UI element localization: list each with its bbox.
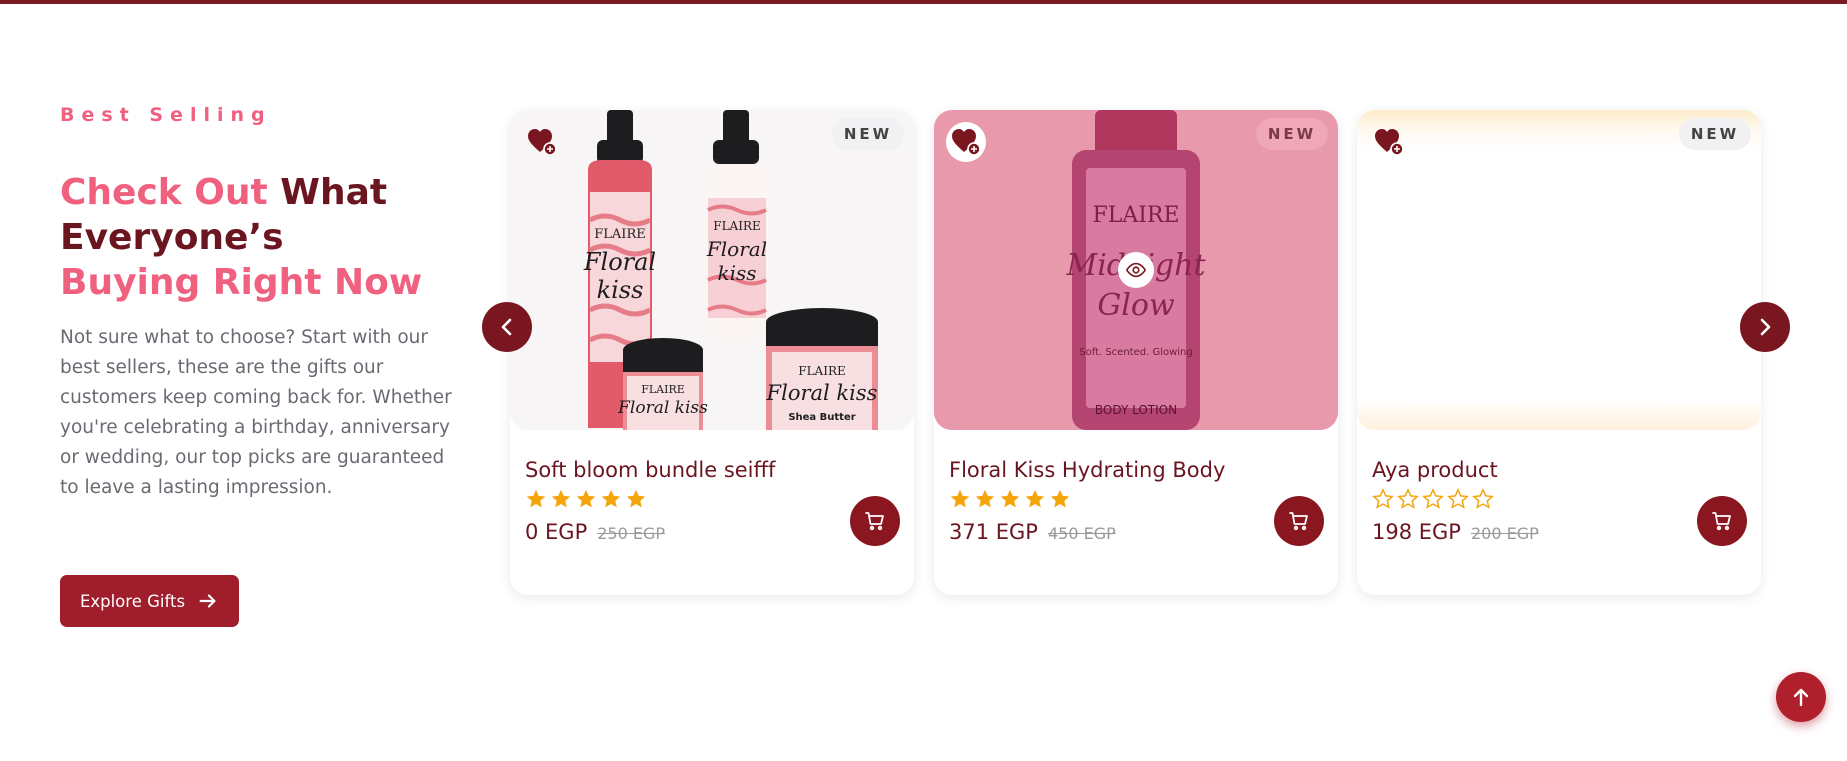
rating-stars — [1372, 488, 1494, 510]
svg-text:FLAIRE: FLAIRE — [641, 383, 685, 396]
product-card[interactable]: NEW Aya product 198 EGP 200 EGP — [1357, 110, 1761, 595]
svg-text:Floral kiss: Floral kiss — [766, 381, 878, 405]
current-price: 198 EGP — [1372, 520, 1461, 544]
star-filled-icon — [975, 489, 995, 508]
cart-icon — [865, 512, 884, 531]
current-price: 0 EGP — [525, 520, 588, 544]
old-price: 450 EGP — [1047, 524, 1116, 543]
star-empty-icon — [1447, 488, 1469, 509]
svg-text:FLAIRE: FLAIRE — [713, 219, 761, 233]
wishlist-button[interactable] — [1369, 122, 1409, 162]
headline-pink-part-2: Buying Right Now — [60, 262, 423, 303]
heart-plus-icon — [1375, 129, 1404, 156]
heart-plus-icon — [528, 129, 557, 156]
product-title[interactable]: Floral Kiss Hydrating Body — [949, 458, 1225, 482]
product-price: 0 EGP 250 EGP — [525, 520, 665, 544]
product-price: 371 EGP 450 EGP — [949, 520, 1116, 544]
new-badge: NEW — [832, 118, 904, 150]
star-filled-icon — [551, 489, 571, 508]
explore-gifts-button[interactable]: Explore Gifts — [60, 575, 239, 627]
star-empty-icon — [1422, 488, 1444, 509]
new-badge: NEW — [1256, 118, 1328, 150]
add-to-cart-button[interactable] — [1697, 496, 1747, 546]
section-headline: Check Out What Everyone’s Buying Right No… — [60, 170, 460, 305]
rating-stars — [525, 488, 647, 510]
svg-text:Floral kiss: Floral kiss — [617, 398, 708, 418]
arrow-up-icon — [1793, 688, 1809, 707]
heart-plus-icon — [952, 129, 981, 156]
star-filled-icon — [950, 489, 970, 508]
old-price: 250 EGP — [597, 524, 666, 543]
star-filled-icon — [1000, 489, 1020, 508]
cart-icon — [1712, 512, 1731, 531]
chevron-right-icon — [1760, 318, 1771, 336]
quick-view-button[interactable] — [1118, 252, 1154, 288]
svg-text:FLAIRE: FLAIRE — [798, 364, 846, 378]
svg-text:FLAIRE: FLAIRE — [594, 227, 645, 242]
explore-gifts-label: Explore Gifts — [79, 591, 186, 611]
star-empty-icon — [1472, 488, 1494, 509]
star-filled-icon — [1025, 489, 1045, 508]
svg-text:Soft. Scented. Glowing: Soft. Scented. Glowing — [1079, 347, 1193, 358]
headline-pink-part: Check Out — [60, 172, 268, 213]
new-badge: NEW — [1679, 118, 1751, 150]
svg-text:BODY LOTION: BODY LOTION — [1095, 403, 1177, 417]
product-image[interactable]: NEW — [1357, 110, 1761, 430]
cart-icon — [1289, 512, 1308, 531]
product-image[interactable]: FLAIRE Floral kiss FLAIRE Floral kiss FL… — [510, 110, 914, 430]
section-intro: Best Selling Check Out What Everyone’s Bu… — [60, 104, 460, 503]
carousel-prev-button[interactable] — [482, 302, 532, 352]
star-empty-icon — [1372, 488, 1394, 509]
old-price: 200 EGP — [1470, 524, 1539, 543]
arrow-right-icon — [199, 594, 216, 608]
product-title[interactable]: Aya product — [1372, 458, 1498, 482]
wishlist-button[interactable] — [946, 122, 986, 162]
star-filled-icon — [601, 489, 621, 508]
scroll-to-top-button[interactable] — [1776, 672, 1826, 722]
svg-text:Glow: Glow — [1097, 288, 1175, 323]
svg-text:Floral: Floral — [583, 248, 656, 276]
product-image[interactable]: FLAIRE Midnight Glow Soft. Scented. Glow… — [934, 110, 1338, 430]
chevron-left-icon — [501, 318, 512, 336]
product-card[interactable]: FLAIRE Midnight Glow Soft. Scented. Glow… — [934, 110, 1338, 595]
star-filled-icon — [576, 489, 596, 508]
star-filled-icon — [526, 489, 546, 508]
product-card[interactable]: FLAIRE Floral kiss FLAIRE Floral kiss FL… — [510, 110, 914, 595]
star-filled-icon — [1050, 489, 1070, 508]
svg-text:FLAIRE: FLAIRE — [1092, 203, 1179, 228]
product-title[interactable]: Soft bloom bundle seifff — [525, 458, 775, 482]
star-filled-icon — [626, 489, 646, 508]
svg-text:kiss: kiss — [717, 261, 756, 285]
svg-text:Floral: Floral — [706, 237, 767, 261]
add-to-cart-button[interactable] — [850, 496, 900, 546]
section-description: Not sure what to choose? Start with our … — [60, 327, 452, 498]
add-to-cart-button[interactable] — [1274, 496, 1324, 546]
product-photo-bottles: FLAIRE Floral kiss FLAIRE Floral kiss FL… — [510, 110, 914, 430]
section-kicker: Best Selling — [60, 104, 272, 126]
carousel-next-button[interactable] — [1740, 302, 1790, 352]
svg-text:kiss: kiss — [597, 276, 644, 304]
top-accent-bar — [0, 0, 1847, 4]
rating-stars — [949, 488, 1071, 510]
current-price: 371 EGP — [949, 520, 1038, 544]
eye-icon — [1125, 262, 1147, 278]
wishlist-button[interactable] — [522, 122, 562, 162]
star-empty-icon — [1397, 488, 1419, 509]
product-price: 198 EGP 200 EGP — [1372, 520, 1539, 544]
svg-text:Shea Butter: Shea Butter — [788, 412, 855, 423]
